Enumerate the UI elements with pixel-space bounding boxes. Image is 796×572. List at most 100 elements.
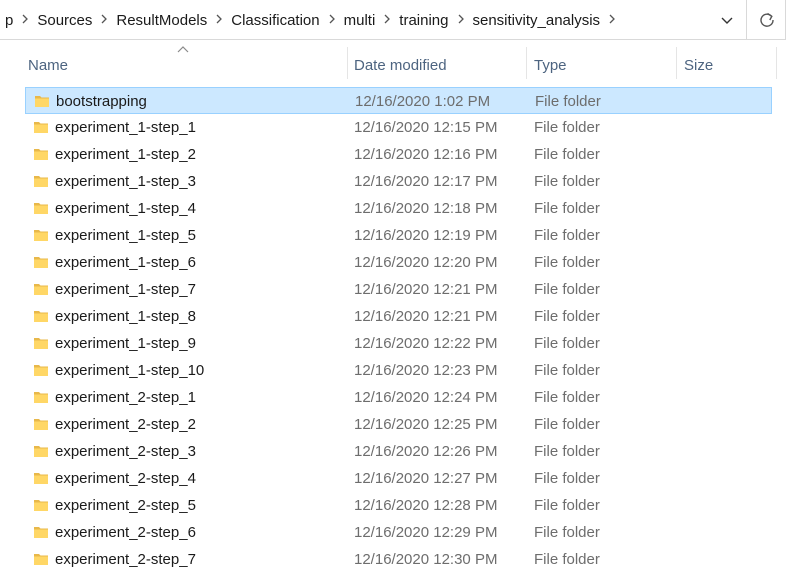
refresh-button[interactable]: [752, 0, 782, 40]
file-name: experiment_1-step_3: [55, 173, 196, 190]
file-type: File folder: [534, 524, 600, 541]
file-date-modified: 12/16/2020 12:20 PM: [354, 254, 498, 271]
file-name: experiment_1-step_7: [55, 281, 196, 298]
file-name: experiment_1-step_1: [55, 119, 196, 136]
file-type: File folder: [534, 497, 600, 514]
breadcrumb-item[interactable]: Sources: [35, 12, 94, 29]
file-name: experiment_2-step_6: [55, 524, 196, 541]
file-type: File folder: [534, 254, 600, 271]
file-row[interactable]: experiment_1-step_10 12/16/2020 12:23 PM F…: [25, 357, 772, 384]
breadcrumb-item[interactable]: multi: [342, 12, 378, 29]
column-divider[interactable]: [776, 47, 777, 79]
file-date-modified: 12/16/2020 12:17 PM: [354, 173, 498, 190]
file-type: File folder: [534, 200, 600, 217]
file-name: experiment_2-step_7: [55, 551, 196, 568]
file-date-modified: 12/16/2020 12:22 PM: [354, 335, 498, 352]
file-row[interactable]: experiment_2-step_6 12/16/2020 12:29 PM Fi…: [25, 519, 772, 546]
address-history-dropdown[interactable]: [712, 0, 742, 40]
folder-icon: [33, 255, 49, 269]
column-header-size[interactable]: Size: [684, 56, 774, 76]
breadcrumb: p Sources ResultModels Classification multi t…: [0, 0, 710, 40]
breadcrumb-item[interactable]: p: [3, 12, 15, 29]
file-row[interactable]: experiment_1-step_7 12/16/2020 12:21 PM Fi…: [25, 276, 772, 303]
address-bar[interactable]: p Sources ResultModels Classification multi t…: [0, 0, 786, 40]
folder-icon: [33, 552, 49, 566]
folder-icon: [33, 336, 49, 350]
file-date-modified: 12/16/2020 12:29 PM: [354, 524, 498, 541]
file-row[interactable]: experiment_2-step_2 12/16/2020 12:25 PM Fi…: [25, 411, 772, 438]
file-type: File folder: [534, 551, 600, 568]
file-type: File folder: [534, 308, 600, 325]
chevron-right-icon[interactable]: [17, 13, 33, 28]
chevron-right-icon[interactable]: [453, 13, 469, 28]
file-name: experiment_2-step_1: [55, 389, 196, 406]
file-type: File folder: [534, 146, 600, 163]
file-type: File folder: [535, 93, 601, 110]
file-type: File folder: [534, 362, 600, 379]
file-type: File folder: [534, 389, 600, 406]
chevron-down-icon: [721, 17, 733, 24]
column-header-type[interactable]: Type: [534, 56, 674, 76]
folder-icon: [33, 471, 49, 485]
file-explorer-window: p Sources ResultModels Classification multi t…: [0, 0, 796, 572]
file-row[interactable]: experiment_1-step_5 12/16/2020 12:19 PM Fi…: [25, 222, 772, 249]
file-type: File folder: [534, 335, 600, 352]
file-row[interactable]: experiment_1-step_1 12/16/2020 12:15 PM Fi…: [25, 114, 772, 141]
file-date-modified: 12/16/2020 12:25 PM: [354, 416, 498, 433]
file-row[interactable]: experiment_2-step_4 12/16/2020 12:27 PM Fi…: [25, 465, 772, 492]
file-type: File folder: [534, 416, 600, 433]
folder-icon: [33, 444, 49, 458]
file-row[interactable]: experiment_1-step_4 12/16/2020 12:18 PM Fi…: [25, 195, 772, 222]
column-header-date-modified[interactable]: Date modified: [354, 56, 524, 76]
file-type: File folder: [534, 227, 600, 244]
file-date-modified: 12/16/2020 1:02 PM: [355, 93, 491, 110]
file-date-modified: 12/16/2020 12:26 PM: [354, 443, 498, 460]
file-name: experiment_1-step_9: [55, 335, 196, 352]
column-divider[interactable]: [676, 47, 677, 79]
breadcrumb-item[interactable]: training: [397, 12, 450, 29]
chevron-right-icon[interactable]: [96, 13, 112, 28]
file-row[interactable]: experiment_1-step_6 12/16/2020 12:20 PM Fi…: [25, 249, 772, 276]
file-date-modified: 12/16/2020 12:21 PM: [354, 308, 498, 325]
file-row[interactable]: experiment_1-step_9 12/16/2020 12:22 PM Fi…: [25, 330, 772, 357]
column-divider[interactable]: [347, 47, 348, 79]
column-header-name[interactable]: Name: [28, 56, 348, 76]
file-row[interactable]: experiment_2-step_3 12/16/2020 12:26 PM Fi…: [25, 438, 772, 465]
file-date-modified: 12/16/2020 12:21 PM: [354, 281, 498, 298]
file-name: bootstrapping: [56, 93, 147, 110]
breadcrumb-item[interactable]: Classification: [229, 12, 321, 29]
file-type: File folder: [534, 119, 600, 136]
chevron-right-icon[interactable]: [604, 13, 620, 28]
file-row[interactable]: experiment_2-step_5 12/16/2020 12:28 PM Fi…: [25, 492, 772, 519]
address-divider: [746, 0, 747, 40]
file-row[interactable]: experiment_1-step_8 12/16/2020 12:21 PM Fi…: [25, 303, 772, 330]
file-date-modified: 12/16/2020 12:30 PM: [354, 551, 498, 568]
file-name: experiment_2-step_2: [55, 416, 196, 433]
chevron-right-icon[interactable]: [379, 13, 395, 28]
file-name: experiment_1-step_10: [55, 362, 205, 379]
file-name: experiment_1-step_5: [55, 227, 196, 244]
breadcrumb-item[interactable]: sensitivity_analysis: [471, 12, 603, 29]
file-row[interactable]: bootstrapping 12/16/2020 1:02 PM File fold…: [25, 87, 772, 114]
chevron-right-icon[interactable]: [211, 13, 227, 28]
file-name: experiment_1-step_8: [55, 308, 196, 325]
file-date-modified: 12/16/2020 12:16 PM: [354, 146, 498, 163]
file-date-modified: 12/16/2020 12:19 PM: [354, 227, 498, 244]
file-row[interactable]: experiment_1-step_2 12/16/2020 12:16 PM Fi…: [25, 141, 772, 168]
folder-icon: [33, 282, 49, 296]
folder-icon: [33, 228, 49, 242]
file-type: File folder: [534, 173, 600, 190]
file-row[interactable]: experiment_1-step_3 12/16/2020 12:17 PM Fi…: [25, 168, 772, 195]
folder-icon: [33, 498, 49, 512]
column-divider[interactable]: [526, 47, 527, 79]
file-date-modified: 12/16/2020 12:24 PM: [354, 389, 498, 406]
file-date-modified: 12/16/2020 12:27 PM: [354, 470, 498, 487]
chevron-right-icon[interactable]: [324, 13, 340, 28]
file-row[interactable]: experiment_2-step_7 12/16/2020 12:30 PM Fi…: [25, 546, 772, 572]
file-date-modified: 12/16/2020 12:18 PM: [354, 200, 498, 217]
breadcrumb-item[interactable]: ResultModels: [114, 12, 209, 29]
file-date-modified: 12/16/2020 12:28 PM: [354, 497, 498, 514]
folder-icon: [33, 390, 49, 404]
folder-icon: [33, 201, 49, 215]
file-row[interactable]: experiment_2-step_1 12/16/2020 12:24 PM Fi…: [25, 384, 772, 411]
